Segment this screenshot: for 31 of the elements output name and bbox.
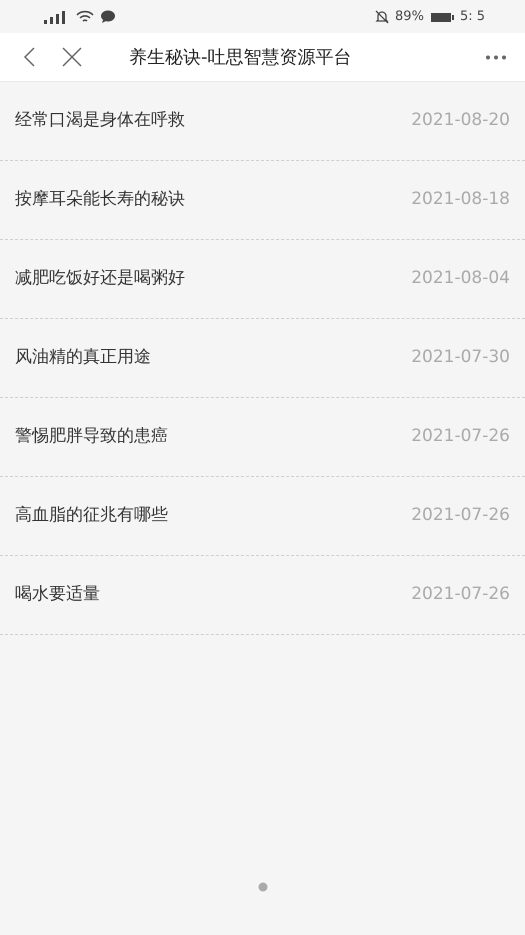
battery-percentage: 89%: [395, 8, 424, 26]
article-row[interactable]: 高血脂的征兆有哪些 2021-07-26: [0, 477, 525, 556]
clock: 5: 5: [460, 8, 485, 26]
article-title: 喝水要适量: [15, 583, 100, 606]
article-title: 按摩耳朵能长寿的秘诀: [15, 188, 185, 212]
article-date: 2021-07-30: [411, 346, 510, 370]
battery-icon: [430, 10, 454, 22]
article-title: 高血脂的征兆有哪些: [15, 504, 168, 528]
article-date: 2021-07-26: [411, 504, 510, 528]
chat-icon: [100, 10, 116, 24]
article-title: 风油精的真正用途: [15, 346, 151, 370]
article-title: 经常口渴是身体在呼救: [15, 109, 185, 132]
article-date: 2021-08-04: [411, 267, 510, 290]
article-date: 2021-07-26: [411, 425, 510, 448]
article-title: 减肥吃饭好还是喝粥好: [15, 267, 185, 290]
article-date: 2021-08-20: [411, 109, 510, 132]
muted-bell-icon: [375, 10, 390, 24]
article-date: 2021-07-26: [411, 583, 510, 606]
article-row[interactable]: 风油精的真正用途 2021-07-30: [0, 319, 525, 398]
article-row[interactable]: 喝水要适量 2021-07-26: [0, 556, 525, 635]
article-row[interactable]: 按摩耳朵能长寿的秘诀 2021-08-18: [0, 161, 525, 240]
article-row[interactable]: 警惕肥胖导致的患癌 2021-07-26: [0, 398, 525, 477]
wifi-icon: [76, 10, 94, 24]
article-title: 警惕肥胖导致的患癌: [15, 425, 168, 448]
more-options-button[interactable]: [485, 54, 507, 60]
article-date: 2021-08-18: [411, 188, 510, 212]
page-title: 养生秘诀-吐思智慧资源平台: [129, 46, 352, 70]
page-indicator-dot-icon: [258, 882, 268, 892]
article-row[interactable]: 减肥吃饭好还是喝粥好 2021-08-04: [0, 240, 525, 319]
article-row[interactable]: 经常口渴是身体在呼救 2021-08-20: [0, 82, 525, 161]
close-button[interactable]: [60, 45, 84, 69]
